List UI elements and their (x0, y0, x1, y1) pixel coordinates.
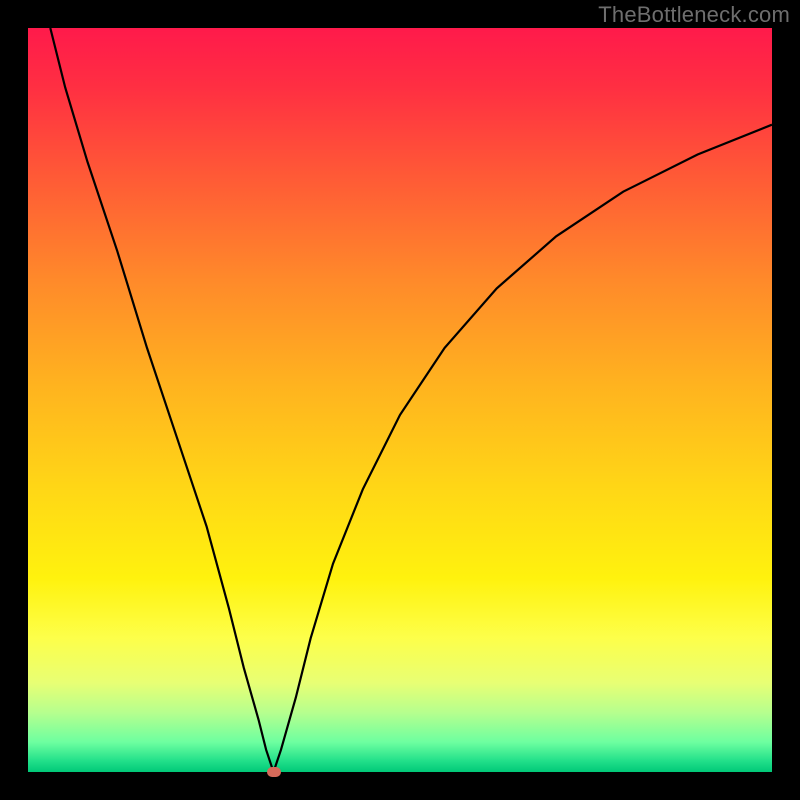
bottleneck-curve-path (50, 28, 772, 772)
optimal-point-marker (267, 767, 281, 777)
watermark-text: TheBottleneck.com (598, 2, 790, 28)
chart-frame (28, 28, 772, 772)
curve-svg (28, 28, 772, 772)
